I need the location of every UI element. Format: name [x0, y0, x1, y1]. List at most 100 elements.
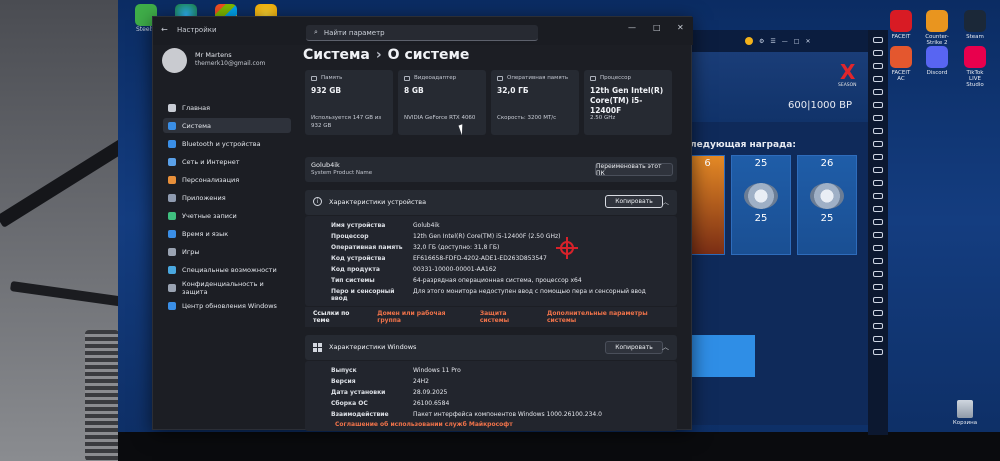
domain-workgroup-link[interactable]: Домен или рабочая группа — [377, 310, 470, 324]
sidebar-tool-icon[interactable] — [873, 271, 883, 277]
spec-row: Имя устройства Golub4ik — [331, 222, 440, 229]
spec-value[interactable]: 32,0 ГБ (доступно: 31,8 ГБ) — [413, 244, 499, 251]
sidebar-tool-icon[interactable] — [873, 180, 883, 186]
copy-device-specs-button[interactable]: Копировать — [605, 195, 663, 208]
reward-card[interactable]: 25 25 — [731, 155, 791, 255]
sidebar-tool-icon[interactable] — [873, 89, 883, 95]
spec-value[interactable]: 00331-10000-00001-AA162 — [413, 266, 496, 273]
sidebar-tool-icon[interactable] — [873, 167, 883, 173]
search-input[interactable]: ⌕ Найти параметр — [306, 25, 538, 41]
maximize-icon[interactable]: □ — [653, 23, 661, 32]
sidebar-item[interactable]: Система — [163, 118, 291, 133]
desktop-shortcut[interactable]: Discord — [924, 46, 950, 76]
spec-key: Тип системы — [331, 277, 375, 284]
game-banner[interactable] — [690, 335, 755, 377]
spec-tile[interactable]: Память 932 GB Используется 147 GB из 932 G… — [305, 70, 393, 135]
desktop-shortcut[interactable]: Steam — [962, 10, 988, 40]
ms-services-agreement-link[interactable]: Соглашение об использовании служб Майкро… — [335, 421, 513, 428]
sidebar-tool-icon[interactable] — [873, 297, 883, 303]
sidebar-item[interactable]: Приложения — [163, 190, 291, 205]
sidebar-item[interactable]: Специальные возможности — [163, 262, 291, 277]
desktop-shortcut[interactable]: Counter-Strike 2 — [924, 10, 950, 46]
spec-value[interactable]: Windows 11 Pro — [413, 367, 461, 374]
recycle-bin[interactable]: Корзина — [952, 400, 978, 426]
spec-value[interactable]: EF616658-FDFD-4202-ADE1-ED263D853547 — [413, 255, 547, 262]
sidebar-item[interactable]: Bluetooth и устройства — [163, 136, 291, 151]
spec-value[interactable]: 26100.6584 — [413, 400, 449, 407]
sidebar-item[interactable]: Главная — [163, 100, 291, 115]
sidebar-item[interactable]: Игры — [163, 244, 291, 259]
sidebar-item[interactable]: Персонализация — [163, 172, 291, 187]
minimize-icon[interactable]: — — [628, 23, 636, 32]
sidebar-tool-icon[interactable] — [873, 102, 883, 108]
spec-value[interactable]: Golub4ik — [413, 222, 440, 229]
sidebar-tool-icon[interactable] — [873, 336, 883, 342]
breadcrumb-parent[interactable]: Система — [303, 47, 370, 63]
spec-tile[interactable]: Процессор 12th Gen Intel(R) Core(TM) i5-1… — [584, 70, 672, 135]
chevron-up-icon[interactable]: ︿ — [662, 342, 669, 352]
sidebar-tool-icon[interactable] — [873, 141, 883, 147]
tile-subtext: Скорость: 3200 МТ/с — [497, 115, 557, 121]
sidebar-tool-icon[interactable] — [873, 115, 883, 121]
advanced-system-settings-link[interactable]: Дополнительные параметры системы — [547, 310, 677, 324]
sidebar-tool-icon[interactable] — [873, 76, 883, 82]
sidebar-item[interactable]: Сеть и Интернет — [163, 154, 291, 169]
close-icon[interactable]: ✕ — [677, 23, 684, 32]
sidebar-tool-icon[interactable] — [873, 154, 883, 160]
sidebar-tool-icon[interactable] — [873, 63, 883, 69]
spec-value[interactable]: 28.09.2025 — [413, 389, 447, 396]
sidebar-tool-icon[interactable] — [873, 206, 883, 212]
settings-icon[interactable]: ☰ — [770, 38, 775, 45]
windows-specs-header[interactable]: Характеристики Windows Копировать ︿ — [305, 335, 677, 360]
desktop-shortcut[interactable]: FACEIT AC — [888, 46, 914, 82]
avatar[interactable] — [162, 48, 187, 73]
minimize-icon[interactable]: — — [782, 38, 788, 45]
sidebar-tool-icon[interactable] — [873, 193, 883, 199]
maximize-icon[interactable]: □ — [794, 38, 800, 45]
sidebar-tool-icon[interactable] — [873, 284, 883, 290]
chevron-up-icon[interactable]: ︿ — [662, 197, 669, 207]
sidebar-tool-icon[interactable] — [873, 232, 883, 238]
tile-label-text: Процессор — [600, 75, 632, 81]
device-specs-header[interactable]: i Характеристики устройства Копировать ︿ — [305, 190, 677, 215]
sidebar-item[interactable]: Учетные записи — [163, 208, 291, 223]
sidebar-item[interactable]: Центр обновления Windows — [163, 298, 291, 313]
spec-value[interactable]: 64-разрядная операционная система, проце… — [413, 277, 582, 284]
spec-value[interactable]: Для этого монитора недоступен ввод с пом… — [413, 288, 646, 302]
sidebar-tool-icon[interactable] — [873, 310, 883, 316]
sidebar-tool-icon[interactable] — [873, 323, 883, 329]
sidebar-tool-icon[interactable] — [873, 245, 883, 251]
sidebar-tool-icon[interactable] — [873, 349, 883, 355]
sidebar-tool-icon[interactable] — [873, 258, 883, 264]
sidebar-tool-icon[interactable] — [873, 219, 883, 225]
spec-value[interactable]: 12th Gen Intel(R) Core(TM) i5-12400F (2.… — [413, 233, 560, 240]
pc-model: System Product Name — [311, 170, 373, 176]
sidebar-tool-icon[interactable] — [873, 50, 883, 56]
tile-icon — [311, 75, 317, 81]
sidebar-tool-icon[interactable] — [873, 128, 883, 134]
breadcrumb-current: О системе — [387, 47, 470, 63]
system-protection-link[interactable]: Защита системы — [480, 310, 537, 324]
reward-card[interactable]: 26 25 — [797, 155, 857, 255]
reward-card[interactable]: 6 — [690, 155, 725, 255]
sidebar-item-label: Конфиденциальность и защита — [182, 279, 264, 296]
close-icon[interactable]: ✕ — [805, 38, 810, 45]
rename-pc-button[interactable]: Переименовать этот ПК — [595, 163, 673, 177]
tile-label-text: Оперативная память — [507, 75, 569, 81]
sidebar-tool-icon[interactable] — [873, 37, 883, 43]
spec-row: Выпуск Windows 11 Pro — [331, 367, 461, 374]
sidebar-item[interactable]: Время и язык — [163, 226, 291, 241]
sidebar-item[interactable]: Конфиденциальность и защита — [163, 279, 291, 296]
spec-tile[interactable]: Оперативная память 32,0 ГБ Скорость: 3200 … — [491, 70, 579, 135]
desktop-shortcut[interactable]: TikTok LIVE Studio — [962, 46, 988, 88]
tile-subtext: Используется 147 GB из 932 GB — [311, 115, 382, 129]
gear-icon[interactable]: ⚙ — [759, 38, 764, 45]
copy-windows-specs-button[interactable]: Копировать — [605, 341, 663, 354]
game-window[interactable]: ⚙ ☰ — □ ✕ X SEASON 600|1000 BP ледующая … — [690, 30, 870, 425]
back-arrow-icon[interactable]: ← — [161, 25, 168, 34]
settings-window: ← Настройки ⌕ Найти параметр — □ ✕ Mr Ma… — [152, 16, 693, 431]
spec-value[interactable]: Пакет интерфейса компонентов Windows 100… — [413, 411, 602, 418]
desktop-shortcut[interactable]: FACEIT — [888, 10, 914, 40]
spec-tile[interactable]: Видеоадаптер 8 GB NVIDIA GeForce RTX 4060 — [398, 70, 486, 135]
spec-value[interactable]: 24H2 — [413, 378, 429, 385]
